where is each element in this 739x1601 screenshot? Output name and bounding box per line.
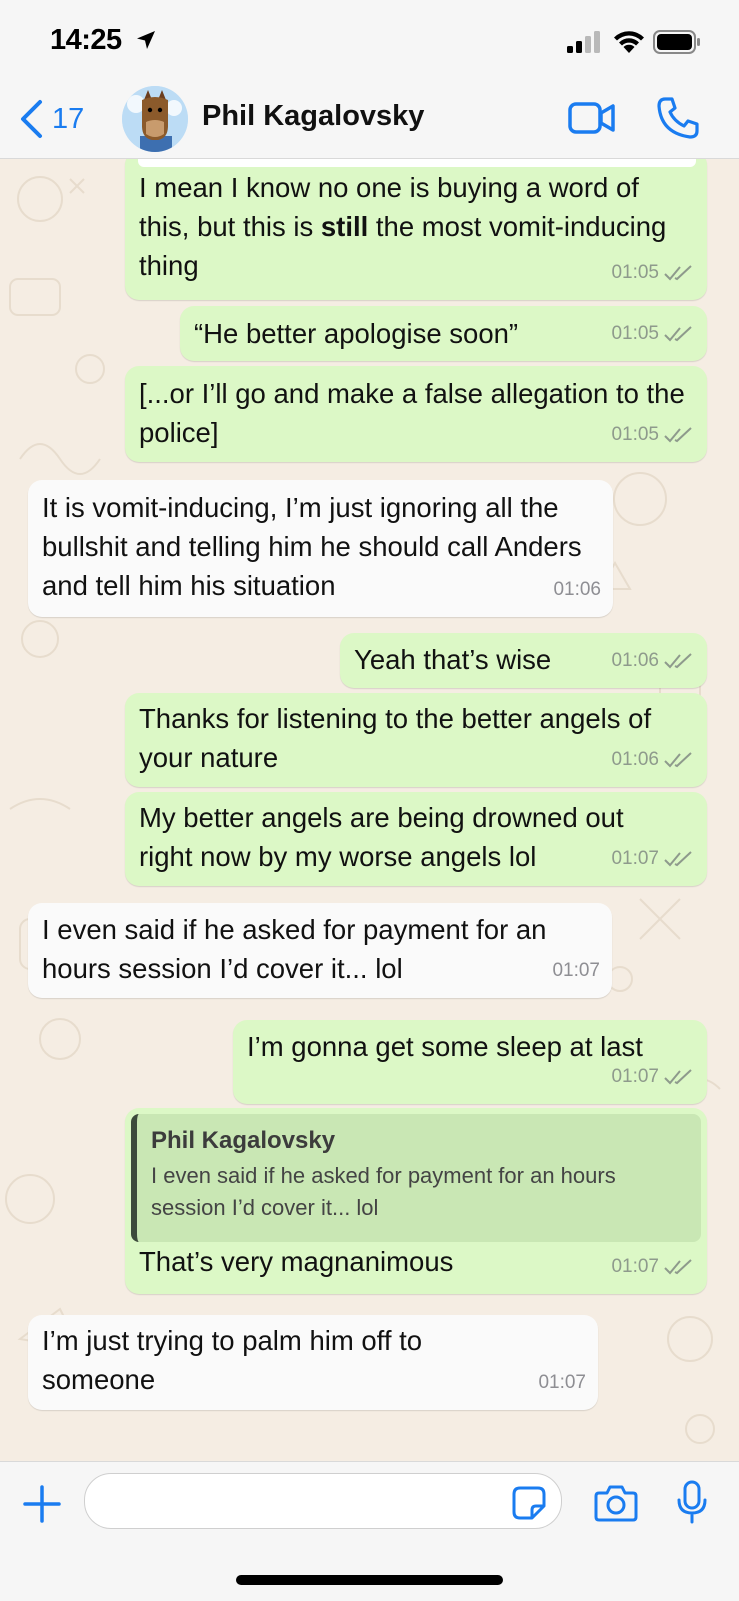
- message-meta: 01:06: [553, 570, 601, 609]
- message-bubble-incoming[interactable]: It is vomit-inducing, I’m just ignoring …: [28, 480, 613, 617]
- horse-avatar-icon: [122, 86, 188, 152]
- wifi-icon: [614, 31, 644, 53]
- battery-icon: [653, 30, 700, 54]
- double-check-icon: [664, 751, 692, 767]
- message-input[interactable]: [84, 1473, 562, 1529]
- double-check-icon: [664, 426, 692, 442]
- message-meta: 01:07: [611, 1247, 695, 1286]
- message-bubble-outgoing-reply[interactable]: Phil Kagalovsky I even said if he asked …: [125, 1108, 707, 1294]
- message-text: My better angels are being drowned out r…: [139, 802, 624, 872]
- message-time: 01:06: [611, 650, 659, 671]
- status-bar: 14:25: [0, 0, 739, 82]
- unread-count: 17: [52, 102, 85, 135]
- message-time: 01:06: [553, 579, 601, 600]
- double-check-icon: [664, 850, 692, 866]
- message-time: 01:07: [611, 1066, 659, 1087]
- avatar[interactable]: [122, 86, 188, 152]
- message-bubble-outgoing[interactable]: My better angels are being drowned out r…: [125, 792, 707, 886]
- double-check-icon: [664, 1068, 692, 1084]
- message-meta: 01:07: [552, 951, 600, 990]
- message-meta: 01:05: [611, 415, 695, 454]
- message-bubble-outgoing[interactable]: Yeah that’s wise 01:06: [340, 633, 707, 688]
- message-meta: 01:06: [611, 740, 695, 779]
- message-bubble-outgoing[interactable]: [...or I’ll go and make a false allegati…: [125, 366, 707, 462]
- status-time: 14:25: [50, 24, 122, 56]
- message-list[interactable]: I mean I know no one is buying a word of…: [0, 159, 739, 1461]
- message-bubble-outgoing[interactable]: I’m gonna get some sleep at last 01:07: [233, 1020, 707, 1104]
- message-meta: 01:05: [611, 253, 695, 292]
- message-meta: 01:05: [611, 314, 695, 353]
- double-check-icon: [664, 264, 692, 280]
- video-call-icon[interactable]: [568, 98, 616, 138]
- message-bubble-outgoing[interactable]: I mean I know no one is buying a word of…: [125, 159, 707, 300]
- double-check-icon: [664, 1258, 692, 1274]
- double-check-icon: [664, 652, 692, 668]
- double-check-icon: [664, 325, 692, 341]
- message-bubble-outgoing[interactable]: “He better apologise soon” 01:05: [180, 306, 707, 361]
- back-button[interactable]: 17: [18, 96, 84, 142]
- message-text: I’m just trying to palm him off to someo…: [42, 1325, 423, 1395]
- quoted-message[interactable]: Phil Kagalovsky I even said if he asked …: [131, 1114, 701, 1242]
- message-text: It is vomit-inducing, I’m just ignoring …: [42, 492, 582, 601]
- message-time: 01:05: [611, 323, 659, 344]
- chat-header: 17 Phil Kagalovsky: [0, 82, 739, 159]
- sticker-icon[interactable]: [512, 1486, 546, 1520]
- message-text: [...or I’ll go and make a false allegati…: [139, 378, 685, 448]
- message-text: Thanks for listening to the better angel…: [139, 703, 652, 773]
- quoted-text: I even said if he asked for payment for …: [151, 1163, 616, 1220]
- contact-name[interactable]: Phil Kagalovsky: [202, 100, 424, 133]
- message-text: I even said if he asked for payment for …: [42, 914, 547, 984]
- message-time: 01:05: [611, 424, 659, 445]
- message-time: 01:07: [611, 1256, 659, 1277]
- microphone-icon[interactable]: [676, 1480, 708, 1524]
- plus-icon[interactable]: [22, 1484, 62, 1524]
- home-indicator[interactable]: [236, 1575, 503, 1585]
- message-top-edge: [138, 159, 696, 167]
- camera-icon[interactable]: [594, 1484, 638, 1522]
- chevron-left-icon: [21, 100, 42, 138]
- location-arrow-icon: [137, 31, 155, 49]
- message-text: I mean I know no one is buying a word of…: [139, 172, 667, 281]
- message-bubble-incoming[interactable]: I’m just trying to palm him off to someo…: [28, 1315, 598, 1410]
- message-time: 01:06: [611, 749, 659, 770]
- message-time: 01:07: [552, 960, 600, 981]
- message-bubble-incoming[interactable]: I even said if he asked for payment for …: [28, 903, 612, 998]
- message-meta: 01:07: [611, 839, 695, 878]
- message-meta: 01:07: [538, 1363, 586, 1402]
- cellular-signal-icon: [567, 31, 600, 53]
- message-time: 01:07: [538, 1372, 586, 1393]
- message-time: 01:07: [611, 848, 659, 869]
- phone-icon[interactable]: [656, 96, 700, 140]
- quoted-sender: Phil Kagalovsky: [151, 1127, 336, 1154]
- message-bubble-outgoing[interactable]: Thanks for listening to the better angel…: [125, 693, 707, 787]
- message-meta: 01:07: [611, 1057, 695, 1096]
- message-text: That’s very magnanimous: [139, 1246, 454, 1277]
- message-meta: 01:06: [611, 641, 695, 680]
- message-time: 01:05: [611, 262, 659, 283]
